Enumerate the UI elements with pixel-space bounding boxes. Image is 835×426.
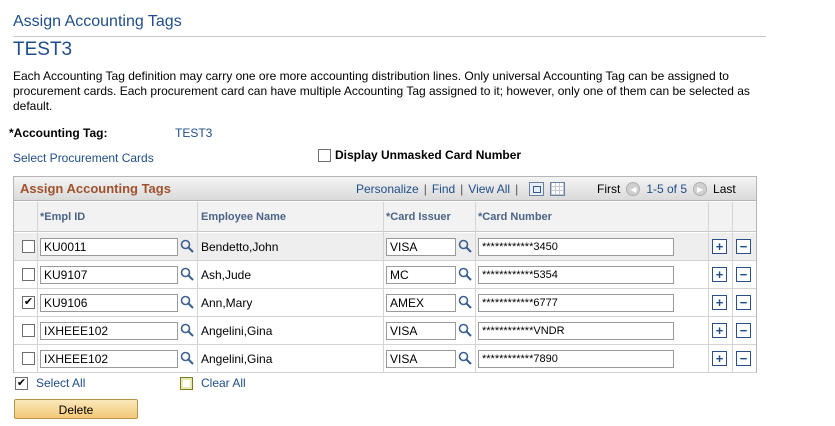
download-grid-icon[interactable] — [550, 182, 566, 196]
grid-navigation: First ◀ 1-5 of 5 ▶ Last — [597, 182, 736, 196]
empl-id-lookup-icon[interactable] — [180, 239, 194, 253]
next-arrow-icon[interactable]: ▶ — [693, 182, 708, 196]
empl-id-field[interactable]: IXHEEE102 — [40, 322, 178, 340]
table-row: ✔ KU9106 Ann,Mary AMEX ************6777 + − — [14, 289, 756, 317]
card-number-field[interactable]: ************VNDR — [478, 322, 674, 340]
display-unmasked-checkbox[interactable] — [318, 148, 331, 162]
row-select-checkbox[interactable] — [22, 240, 35, 253]
select-all-checkbox[interactable]: ✔ — [15, 376, 28, 390]
previous-arrow-icon[interactable]: ◀ — [626, 182, 641, 196]
empl-id-lookup-icon[interactable] — [180, 323, 194, 337]
select-procurement-cards-link[interactable]: Select Procurement Cards — [13, 151, 154, 165]
card-issuer-field[interactable]: VISA — [386, 322, 456, 340]
row-select-checkbox[interactable]: ✔ — [22, 296, 35, 309]
delete-row-icon[interactable]: − — [736, 323, 751, 338]
employee-name: Bendetto,John — [201, 240, 279, 254]
card-issuer-field[interactable]: MC — [386, 266, 456, 284]
table-row: KU0011 Bendetto,John VISA ************3450 +… — [14, 233, 756, 261]
col-employee-name[interactable]: Employee Name — [201, 211, 286, 223]
grid-title: Assign Accounting Tags — [20, 181, 171, 196]
page-header: Assign Accounting Tags — [13, 13, 182, 30]
display-unmasked-label: Display Unmasked Card Number — [335, 148, 522, 162]
page-description: Each Accounting Tag definition may carry… — [13, 69, 750, 113]
row-select-checkbox[interactable] — [22, 352, 35, 365]
empl-id-field[interactable]: IXHEEE102 — [40, 350, 178, 368]
empl-id-field[interactable]: KU0011 — [40, 238, 178, 256]
delete-row-icon[interactable]: − — [736, 267, 751, 282]
card-number-field[interactable]: ************6777 — [478, 294, 674, 312]
grid-column-headers: *Empl ID Employee Name *Card Issuer *Car… — [14, 202, 756, 232]
table-row: IXHEEE102 Angelini,Gina VISA ************78… — [14, 345, 756, 373]
employee-name: Angelini,Gina — [201, 352, 273, 366]
empl-id-field[interactable]: KU9107 — [40, 266, 178, 284]
card-number-field[interactable]: ************3450 — [478, 238, 674, 256]
card-issuer-field[interactable]: AMEX — [386, 294, 456, 312]
grid-toolbar: Personalize | Find | View All | — [356, 182, 566, 196]
col-card-issuer[interactable]: *Card Issuer — [386, 211, 451, 223]
clear-all-control[interactable]: Clear All — [180, 376, 246, 390]
row-select-checkbox[interactable] — [22, 324, 35, 337]
view-all-link[interactable]: View All — [468, 182, 510, 196]
add-row-icon[interactable]: + — [712, 267, 727, 282]
zoom-grid-icon[interactable] — [529, 182, 545, 196]
find-link[interactable]: Find — [432, 182, 455, 196]
last-label: Last — [713, 182, 736, 196]
card-number-field[interactable]: ************5354 — [478, 266, 674, 284]
delete-row-icon[interactable]: − — [736, 239, 751, 254]
row-range: 1-5 of 5 — [646, 182, 688, 196]
employee-name: Angelini,Gina — [201, 324, 273, 338]
assign-accounting-tags-grid: Assign Accounting Tags Personalize | Fin… — [13, 176, 757, 373]
add-row-icon[interactable]: + — [712, 239, 727, 254]
delete-button[interactable]: Delete — [14, 399, 138, 419]
empl-id-lookup-icon[interactable] — [180, 351, 194, 365]
card-number-field[interactable]: ************7890 — [478, 350, 674, 368]
col-card-number[interactable]: *Card Number — [478, 211, 552, 223]
delete-row-icon[interactable]: − — [736, 351, 751, 366]
accounting-tag-value: TEST3 — [175, 126, 213, 140]
card-issuer-lookup-icon[interactable] — [458, 351, 472, 365]
accounting-tag-label: *Accounting Tag: — [9, 126, 108, 140]
row-select-checkbox[interactable] — [22, 268, 35, 281]
card-issuer-lookup-icon[interactable] — [458, 239, 472, 253]
employee-name: Ann,Mary — [201, 296, 253, 310]
grid-header-bar: Assign Accounting Tags Personalize | Fin… — [14, 177, 756, 201]
empl-id-lookup-icon[interactable] — [180, 295, 194, 309]
first-label: First — [597, 182, 621, 196]
empl-id-lookup-icon[interactable] — [180, 267, 194, 281]
clear-all-link[interactable]: Clear All — [201, 376, 246, 390]
select-all-link[interactable]: Select All — [36, 376, 85, 390]
add-row-icon[interactable]: + — [712, 351, 727, 366]
table-row: IXHEEE102 Angelini,Gina VISA ************VN… — [14, 317, 756, 345]
card-issuer-lookup-icon[interactable] — [458, 267, 472, 281]
select-all-control[interactable]: ✔ Select All — [15, 376, 85, 390]
add-row-icon[interactable]: + — [712, 323, 727, 338]
personalize-link[interactable]: Personalize — [356, 182, 419, 196]
card-issuer-lookup-icon[interactable] — [458, 323, 472, 337]
delete-row-icon[interactable]: − — [736, 295, 751, 310]
display-unmasked-option: Display Unmasked Card Number — [318, 148, 521, 162]
card-issuer-lookup-icon[interactable] — [458, 295, 472, 309]
col-empl-id[interactable]: *Empl ID — [40, 211, 85, 223]
page-title: TEST3 — [13, 39, 73, 60]
card-issuer-field[interactable]: VISA — [386, 238, 456, 256]
card-issuer-field[interactable]: VISA — [386, 350, 456, 368]
employee-name: Ash,Jude — [201, 268, 252, 282]
table-row: KU9107 Ash,Jude MC ************5354 + − — [14, 261, 756, 289]
add-row-icon[interactable]: + — [712, 295, 727, 310]
header-divider — [13, 36, 766, 37]
empl-id-field[interactable]: KU9106 — [40, 294, 178, 312]
clear-all-icon[interactable] — [180, 376, 193, 390]
